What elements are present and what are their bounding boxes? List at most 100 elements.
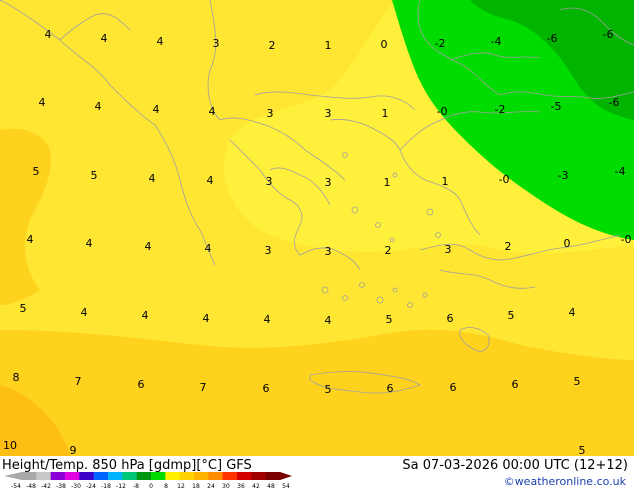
color-scale: -54 -48 -42 -38 -30 -24 -18 -12 -8 0 8 12 18 24 30 36 42… <box>4 472 292 490</box>
scale-tick-label: 8 <box>164 483 168 490</box>
temperature-label: 3 <box>325 245 332 258</box>
temperature-label: 6 <box>447 312 454 325</box>
temperature-label: -4 <box>615 165 626 178</box>
scale-tick-label: -54 <box>11 483 21 490</box>
temperature-label: 4 <box>157 35 164 48</box>
temperature-label: 6 <box>450 381 457 394</box>
scale-tick-label: -38 <box>56 483 66 490</box>
scale-tick-label: 18 <box>192 483 200 490</box>
temperature-label: 4 <box>149 172 156 185</box>
scale-swatch <box>79 472 95 480</box>
temperature-label: 4 <box>142 309 149 322</box>
temperature-label: 7 <box>75 375 82 388</box>
scale-swatch <box>194 472 209 480</box>
map-valid-time: Sa 07-03-2026 00:00 UTC (12+12) <box>402 458 628 473</box>
temperature-label: 6 <box>512 378 519 391</box>
temperature-label: 4 <box>95 100 102 113</box>
temperature-label: 4 <box>207 174 214 187</box>
temperature-label: 4 <box>101 32 108 45</box>
temperature-label: 0 <box>564 237 571 250</box>
temperature-label: 5 <box>91 169 98 182</box>
scale-tick-label: 0 <box>149 483 153 490</box>
temperature-label: 6 <box>138 378 145 391</box>
temperature-label: 5 <box>508 309 515 322</box>
temperature-label: -2 <box>435 37 446 50</box>
temperature-label: -0 <box>437 105 448 118</box>
scale-tick-label: -12 <box>116 483 126 490</box>
temperature-label: 1 <box>325 39 332 52</box>
scale-tick-label: 24 <box>207 483 215 490</box>
temperature-label: 6 <box>387 382 394 395</box>
temperature-label: -0 <box>499 173 510 186</box>
temperature-label: 3 <box>265 244 272 257</box>
temperature-label: -5 <box>551 100 562 113</box>
temperature-label: 4 <box>45 28 52 41</box>
temperature-label: 10 <box>3 439 17 452</box>
scale-swatch <box>265 472 281 480</box>
temperature-label: 5 <box>20 302 27 315</box>
scale-tick-label: -42 <box>41 483 51 490</box>
scale-tick-label: 48 <box>267 483 275 490</box>
scale-tick-label: 30 <box>222 483 230 490</box>
temperature-label: 4 <box>205 242 212 255</box>
temperature-label: -4 <box>491 35 502 48</box>
scale-swatch <box>237 472 252 480</box>
temperature-label: -6 <box>609 96 620 109</box>
scale-arrow-left <box>4 472 22 480</box>
temperature-label: 4 <box>209 105 216 118</box>
temperature-label: 6 <box>263 382 270 395</box>
temperature-label: 4 <box>39 96 46 109</box>
temperature-label: 4 <box>325 314 332 327</box>
temperature-label: 4 <box>153 103 160 116</box>
temperature-label: 3 <box>267 107 274 120</box>
scale-tick-label: -18 <box>101 483 111 490</box>
temperature-label: -6 <box>547 32 558 45</box>
scale-tick-label: -30 <box>71 483 81 490</box>
temperature-label: 1 <box>382 107 389 120</box>
scale-swatch <box>208 472 224 480</box>
scale-swatch <box>93 472 109 480</box>
temperature-label: 5 <box>325 383 332 396</box>
scale-tick-label: -24 <box>86 483 96 490</box>
temperature-label: 2 <box>269 39 276 52</box>
scale-swatch <box>50 472 66 480</box>
temperature-label: 3 <box>266 175 273 188</box>
temperature-label: 3 <box>213 37 220 50</box>
temperature-label: 3 <box>325 107 332 120</box>
scale-swatch <box>179 472 195 480</box>
temperature-label: 3 <box>325 176 332 189</box>
temperature-label: 2 <box>385 244 392 257</box>
scale-arrow-right <box>280 472 292 480</box>
temperature-label: 5 <box>574 375 581 388</box>
temperature-label: 4 <box>86 237 93 250</box>
credit-link[interactable]: ©weatheronline.co.uk <box>504 475 626 488</box>
scale-swatch <box>122 472 138 480</box>
scale-tick-label: 12 <box>177 483 185 490</box>
scale-swatch <box>108 472 123 480</box>
scale-tick-label: 42 <box>252 483 260 490</box>
temperature-label: 4 <box>569 306 576 319</box>
scale-tick-label: -8 <box>133 483 139 490</box>
weather-map: 4 4 4 3 2 1 0 -2 -4 -6 -64 4 4 4 3 3 1 -0 -2 -5 -65 5 4 4 3 3 1 1 -0… <box>0 0 634 490</box>
temperature-label: 5 <box>386 313 393 326</box>
scale-swatch <box>165 472 181 480</box>
temperature-label: 1 <box>442 175 449 188</box>
scale-swatch <box>65 472 80 480</box>
temperature-label: 4 <box>264 313 271 326</box>
temperature-label: -6 <box>603 28 614 41</box>
temperature-field-orange-light <box>0 329 634 460</box>
scale-tick-label: -48 <box>26 483 36 490</box>
temperature-label: 4 <box>145 240 152 253</box>
temperature-label: 0 <box>381 38 388 51</box>
temperature-label: -3 <box>558 169 569 182</box>
temperature-label: 1 <box>384 176 391 189</box>
scale-tick-label: 36 <box>237 483 245 490</box>
temperature-label: 5 <box>33 165 40 178</box>
temperature-label: 8 <box>13 371 20 384</box>
map-title: Height/Temp. 850 hPa [gdmp][°C] GFS <box>2 458 252 473</box>
scale-tick-label: 54 <box>282 483 290 490</box>
scale-swatch <box>251 472 267 480</box>
temperature-label: 4 <box>203 312 210 325</box>
scale-swatch <box>136 472 152 480</box>
scale-swatch <box>36 472 52 480</box>
